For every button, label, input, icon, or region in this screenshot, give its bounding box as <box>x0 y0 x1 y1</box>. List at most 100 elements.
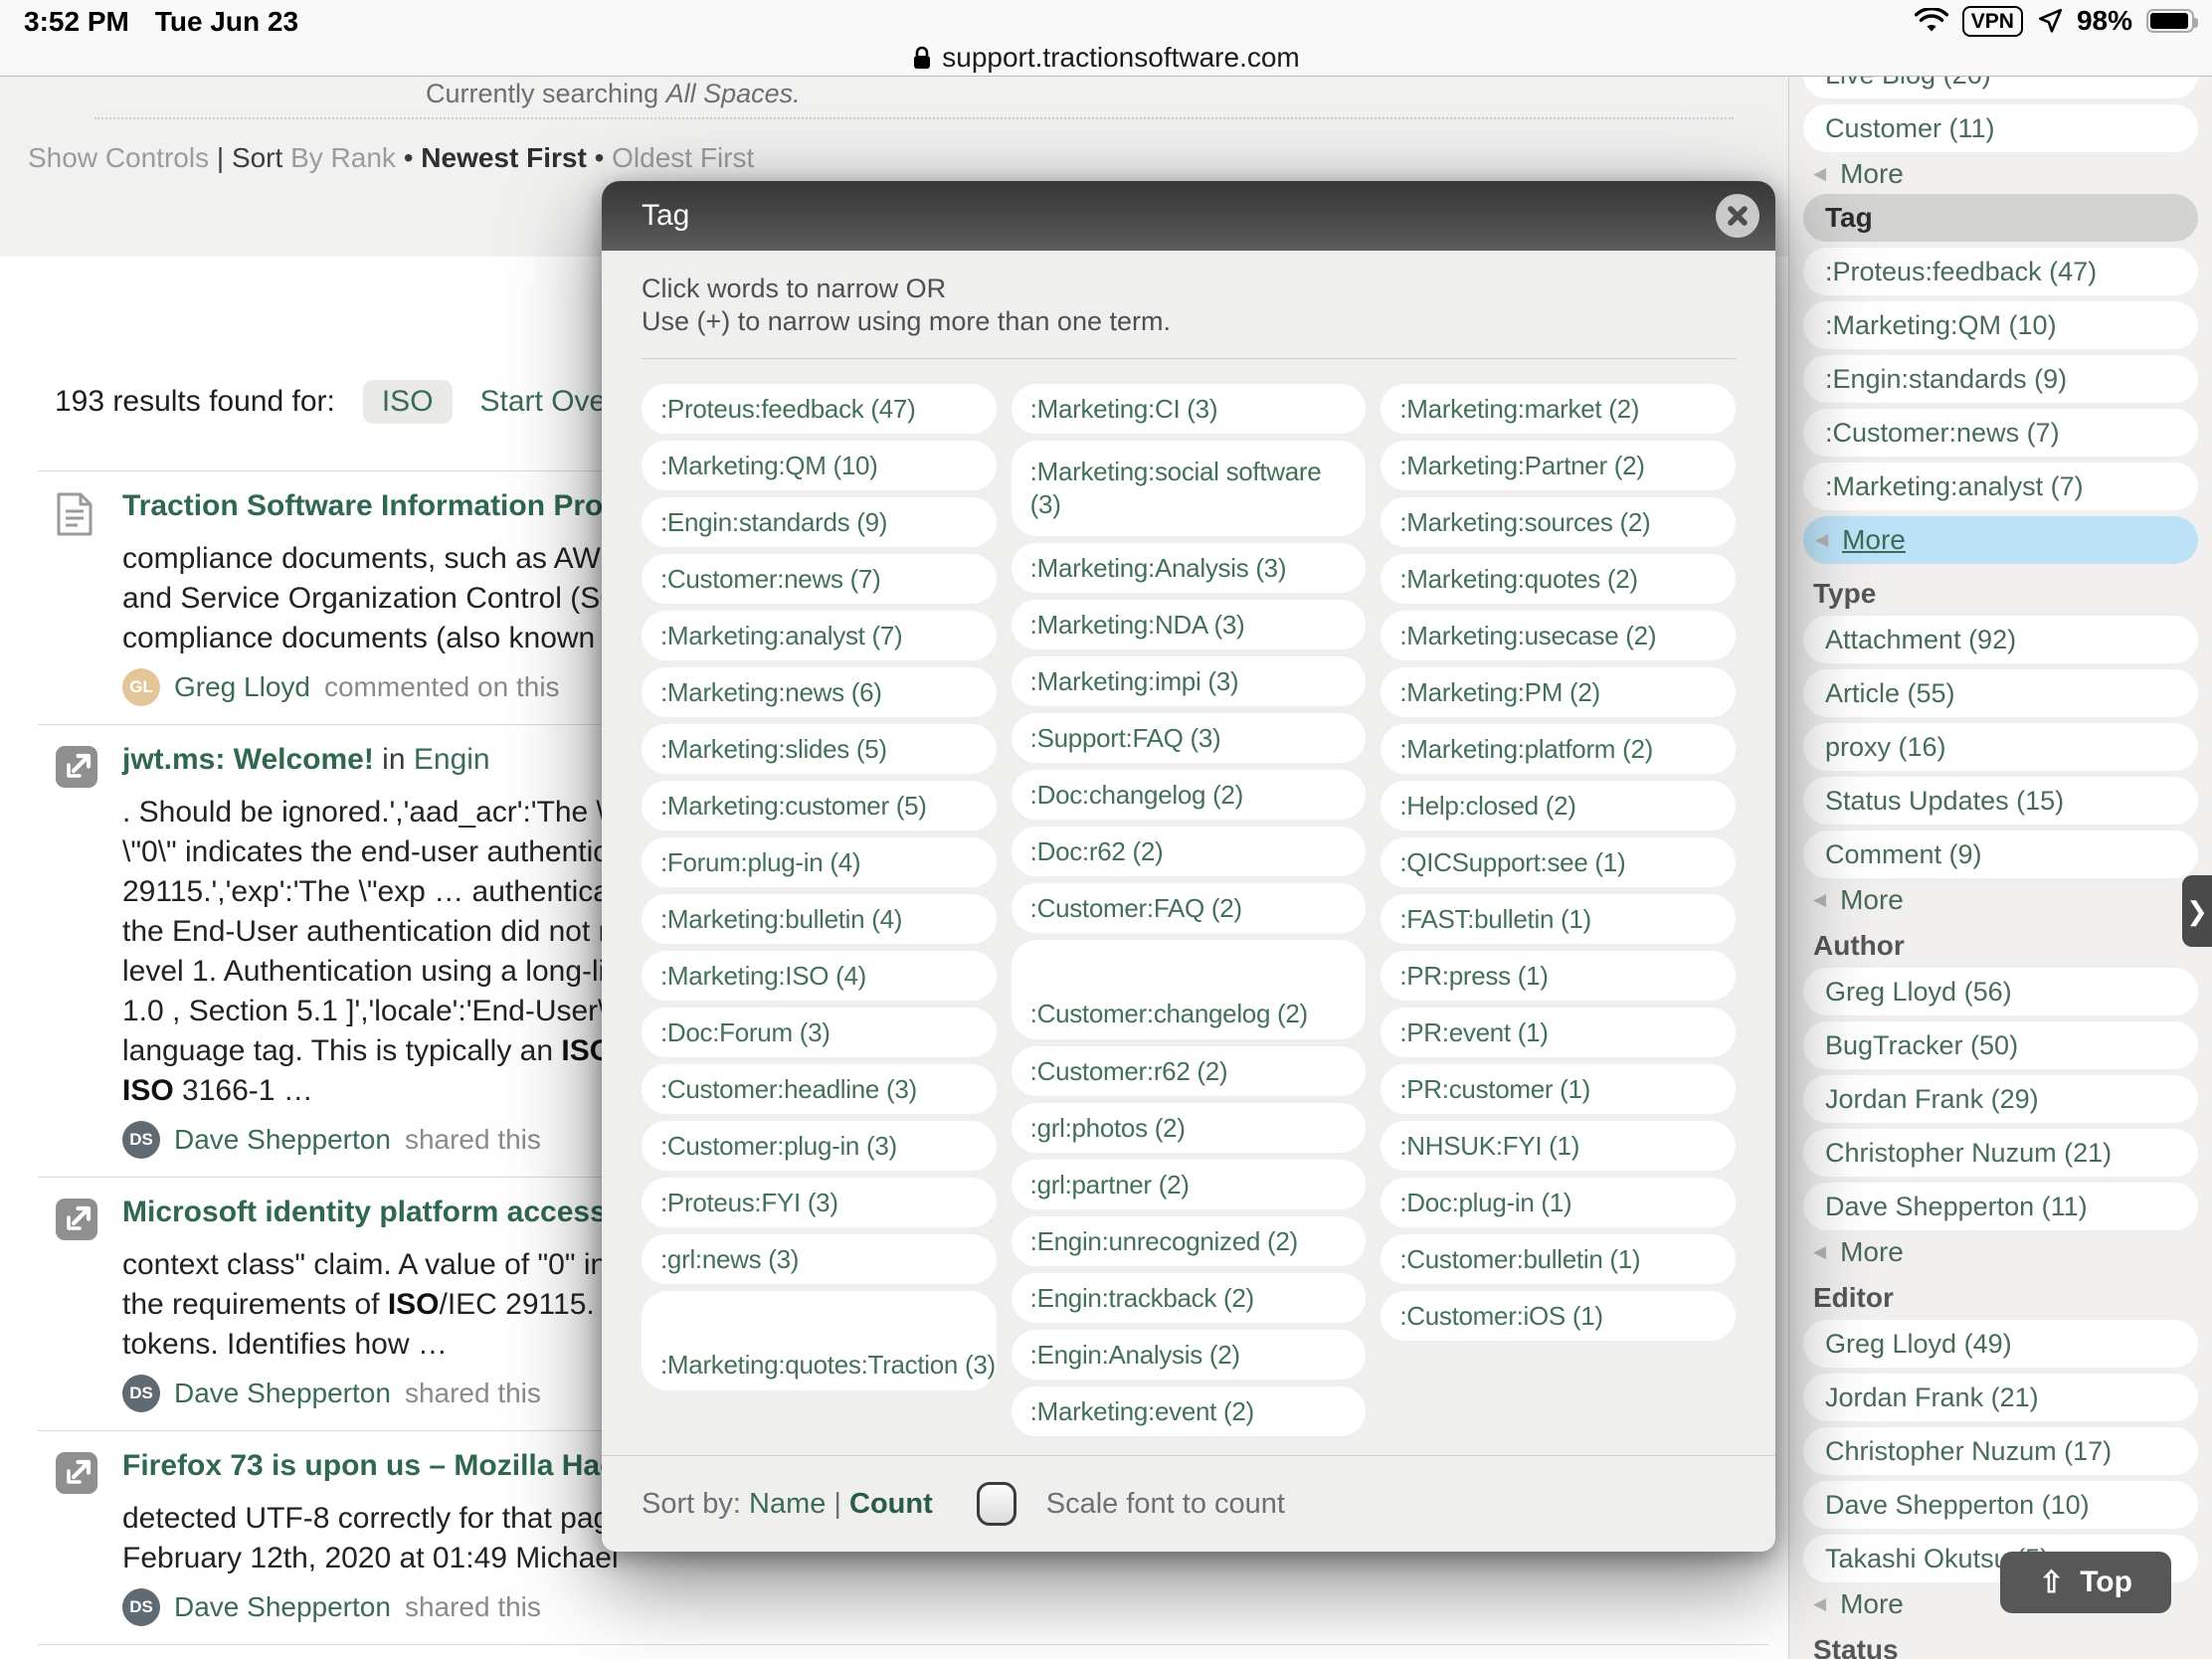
tag-pill[interactable]: :Marketing:CI (3) <box>1012 384 1367 434</box>
tag-pill[interactable]: :Marketing:impi (3) <box>1012 656 1367 706</box>
facet-item[interactable]: Greg Lloyd (56) <box>1803 968 2198 1015</box>
author-link[interactable]: Dave Shepperton <box>174 1591 391 1623</box>
author-link[interactable]: Dave Shepperton <box>174 1378 391 1409</box>
tag-pill[interactable]: :Marketing:customer (5) <box>642 781 997 830</box>
facet-header-tag[interactable]: Tag <box>1803 194 2198 242</box>
facet-item[interactable]: Comment (9) <box>1803 830 2198 878</box>
scale-font-checkbox[interactable] <box>977 1482 1016 1526</box>
scroll-top-button[interactable]: ⇧ Top <box>2000 1552 2171 1613</box>
sort-by-name-link[interactable]: Name <box>749 1488 826 1520</box>
facet-item[interactable]: Jordan Frank (29) <box>1803 1075 2198 1123</box>
result-title-link[interactable]: Microsoft identity platform access t <box>122 1196 625 1228</box>
facet-item[interactable]: BugTracker (50) <box>1803 1021 2198 1069</box>
tag-pill[interactable]: :PR:event (1) <box>1381 1008 1736 1057</box>
facet-item[interactable]: Status Updates (15) <box>1803 777 2198 825</box>
sort-oldest-first[interactable]: Oldest First <box>612 142 754 173</box>
facet-item[interactable]: Christopher Nuzum (17) <box>1803 1427 2198 1475</box>
tag-pill[interactable]: :Marketing:analyst (7) <box>642 611 997 660</box>
facet-item[interactable]: Article (55) <box>1803 669 2198 717</box>
facet-header-editor[interactable]: Editor <box>1813 1280 2198 1316</box>
close-icon[interactable] <box>1716 194 1759 238</box>
tag-pill[interactable]: :Marketing:quotes:Traction (3) <box>642 1291 997 1390</box>
tag-pill[interactable]: :Marketing:usecase (2) <box>1381 611 1736 660</box>
tag-pill[interactable]: :Marketing:QM (10) <box>642 441 997 490</box>
facet-item[interactable]: proxy (16) <box>1803 723 2198 771</box>
tag-pill[interactable]: :Marketing:platform (2) <box>1381 724 1736 774</box>
tag-pill[interactable]: :Marketing:news (6) <box>642 667 997 717</box>
facet-item[interactable]: Attachment (92) <box>1803 616 2198 663</box>
tag-pill[interactable]: :Customer:news (7) <box>642 554 997 604</box>
tag-pill[interactable]: :Marketing:bulletin (4) <box>642 894 997 944</box>
tag-pill[interactable]: :QICSupport:see (1) <box>1381 837 1736 887</box>
query-chip[interactable]: ISO <box>363 380 453 424</box>
tag-pill[interactable]: :Customer:FAQ (2) <box>1012 883 1367 933</box>
facet-item[interactable]: Jordan Frank (21) <box>1803 1374 2198 1421</box>
tag-pill[interactable]: :Marketing:NDA (3) <box>1012 600 1367 649</box>
facet-item[interactable]: :Marketing:analyst (7) <box>1803 462 2198 510</box>
tag-pill[interactable]: :Doc:Forum (3) <box>642 1008 997 1057</box>
result-title-link[interactable]: Firefox 73 is upon us – Mozilla Hack <box>122 1449 633 1482</box>
tag-pill[interactable]: :grl:news (3) <box>642 1234 997 1284</box>
tag-pill[interactable]: :Marketing:social software (3) <box>1012 441 1367 536</box>
tag-pill[interactable]: :PR:customer (1) <box>1381 1064 1736 1114</box>
sort-by-rank[interactable]: By Rank <box>290 142 396 173</box>
tag-pill[interactable]: :Marketing:market (2) <box>1381 384 1736 434</box>
tag-pill[interactable]: :Help:closed (2) <box>1381 781 1736 830</box>
tag-pill[interactable]: :Engin:Analysis (2) <box>1012 1330 1367 1380</box>
tag-pill[interactable]: :Customer:plug-in (3) <box>642 1121 997 1171</box>
tag-pill[interactable]: :Customer:headline (3) <box>642 1064 997 1114</box>
space-link[interactable]: Engin <box>414 743 490 776</box>
facet-header-type[interactable]: Type <box>1813 576 2198 612</box>
facet-item[interactable]: Customer (11) <box>1803 104 2198 152</box>
tag-pill[interactable]: :Marketing:Analysis (3) <box>1012 543 1367 593</box>
facet-item[interactable]: :Proteus:feedback (47) <box>1803 248 2198 295</box>
tag-pill[interactable]: :grl:partner (2) <box>1012 1160 1367 1209</box>
sidebar-collapse-tab[interactable]: ❯ <box>2182 875 2212 947</box>
author-link[interactable]: Dave Shepperton <box>174 1124 391 1156</box>
tag-pill[interactable]: :Forum:plug-in (4) <box>642 837 997 887</box>
tag-pill[interactable]: :Customer:changelog (2) <box>1012 940 1367 1039</box>
facet-item[interactable]: :Customer:news (7) <box>1803 409 2198 457</box>
tag-pill[interactable]: :Engin:unrecognized (2) <box>1012 1216 1367 1266</box>
facet-more-link[interactable]: ◀More <box>1803 516 2198 564</box>
tag-pill[interactable]: :Doc:plug-in (1) <box>1381 1178 1736 1227</box>
tag-pill[interactable]: :Marketing:Partner (2) <box>1381 441 1736 490</box>
sort-by-count-link[interactable]: Count <box>849 1488 933 1520</box>
facet-item[interactable]: Christopher Nuzum (21) <box>1803 1129 2198 1177</box>
tag-pill[interactable]: :Doc:r62 (2) <box>1012 827 1367 876</box>
facet-more-link[interactable]: ◀More <box>1813 158 2198 190</box>
facet-item[interactable]: :Engin:standards (9) <box>1803 355 2198 403</box>
facet-more-link[interactable]: ◀More <box>1813 884 2198 916</box>
tag-pill[interactable]: :Engin:standards (9) <box>642 497 997 547</box>
tag-pill[interactable]: :Customer:bulletin (1) <box>1381 1234 1736 1284</box>
tag-pill[interactable]: :Support:FAQ (3) <box>1012 713 1367 763</box>
tag-pill[interactable]: :Marketing:slides (5) <box>642 724 997 774</box>
facet-item[interactable]: Dave Shepperton (11) <box>1803 1183 2198 1230</box>
result-title-link[interactable]: jwt.ms: Welcome! <box>122 743 374 776</box>
tag-pill[interactable]: :Marketing:quotes (2) <box>1381 554 1736 604</box>
facet-header-author[interactable]: Author <box>1813 928 2198 964</box>
tag-pill[interactable]: :Marketing:PM (2) <box>1381 667 1736 717</box>
tag-pill[interactable]: :grl:photos (2) <box>1012 1103 1367 1153</box>
tag-pill[interactable]: :Marketing:ISO (4) <box>642 951 997 1001</box>
tag-pill[interactable]: :Doc:changelog (2) <box>1012 770 1367 820</box>
facet-item[interactable]: :Marketing:QM (10) <box>1803 301 2198 349</box>
tag-pill[interactable]: :Marketing:event (2) <box>1012 1386 1367 1436</box>
tag-pill[interactable]: :Customer:iOS (1) <box>1381 1291 1736 1341</box>
tag-pill[interactable]: :FAST:bulletin (1) <box>1381 894 1736 944</box>
start-over-link[interactable]: Start Over <box>480 385 617 419</box>
facet-item[interactable]: Live Blog (26) <box>1803 77 2198 98</box>
tag-pill[interactable]: :Marketing:sources (2) <box>1381 497 1736 547</box>
sort-newest-first[interactable]: Newest First <box>421 142 587 173</box>
tag-pill[interactable]: :NHSUK:FYI (1) <box>1381 1121 1736 1171</box>
tag-pill[interactable]: :Proteus:FYI (3) <box>642 1178 997 1227</box>
author-link[interactable]: Greg Lloyd <box>174 671 310 703</box>
address-bar[interactable]: support.tractionsoftware.com <box>0 40 2212 77</box>
result-title-link[interactable]: Traction Software Information Prote <box>122 489 630 522</box>
show-controls-link[interactable]: Show Controls <box>28 142 209 173</box>
tag-pill[interactable]: :Proteus:feedback (47) <box>642 384 997 434</box>
tag-pill[interactable]: :Engin:trackback (2) <box>1012 1273 1367 1323</box>
tag-pill[interactable]: :Customer:r62 (2) <box>1012 1046 1367 1096</box>
facet-item[interactable]: Dave Shepperton (10) <box>1803 1481 2198 1529</box>
facet-header-status[interactable]: Status <box>1813 1632 2198 1659</box>
